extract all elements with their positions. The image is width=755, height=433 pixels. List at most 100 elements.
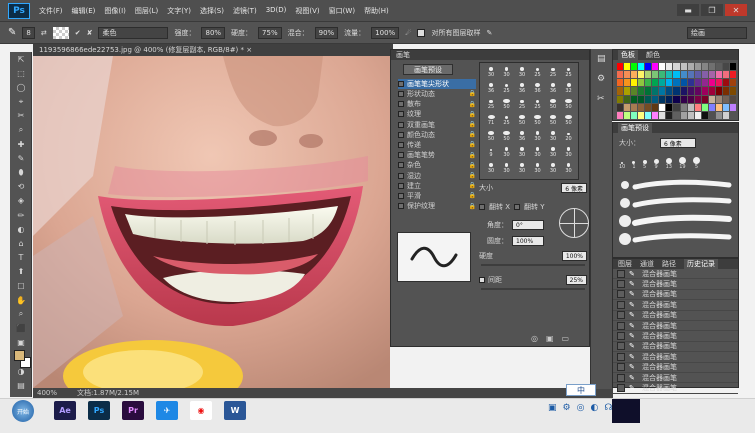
color-swatch[interactable] (631, 63, 638, 71)
menu-item[interactable]: 文字(Y) (167, 6, 191, 16)
blend-field[interactable]: 100% (371, 26, 400, 39)
color-swatch[interactable] (715, 103, 722, 111)
brush-option-checkbox[interactable] (398, 141, 404, 148)
color-swatch[interactable] (652, 95, 659, 103)
brush-tip[interactable]: 50 (500, 131, 514, 142)
opacity-field[interactable]: 80% (201, 26, 226, 39)
ime-indicator[interactable]: 中 (566, 384, 596, 396)
brush-panel-tab[interactable]: 画笔 (391, 50, 589, 60)
lock-icon[interactable]: 🔒 (469, 101, 476, 108)
color-swatch[interactable] (687, 79, 694, 87)
color-swatch[interactable] (624, 63, 631, 71)
color-swatch[interactable] (624, 71, 631, 79)
brush-tip[interactable]: 30 (484, 67, 498, 78)
brush-option-checkbox[interactable] (398, 111, 404, 118)
tool-icon[interactable]: ⟲ (10, 180, 32, 194)
color-swatch[interactable] (645, 87, 652, 95)
tool-icon[interactable]: ◐ (10, 222, 32, 236)
history-item[interactable]: ✎ 混合器画笔 (613, 342, 738, 353)
brush-tip[interactable]: 30 (515, 163, 529, 174)
size-field[interactable]: 6 像素 (561, 183, 587, 193)
tool-icon[interactable]: ⌂ (10, 236, 32, 250)
color-swatch[interactable] (708, 79, 715, 87)
taskbar-app[interactable]: ◉ (190, 401, 212, 420)
brush-size-picker[interactable]: 8 (22, 26, 35, 39)
brush-option-checkbox[interactable] (398, 101, 404, 108)
history-panel-tab[interactable]: 历史记录 (684, 259, 718, 269)
menu-item[interactable]: 选择(S) (200, 6, 224, 16)
color-swatch[interactable] (652, 63, 659, 71)
color-swatch[interactable] (708, 87, 715, 95)
clean-brush-icon[interactable]: ✘ (87, 29, 93, 37)
color-swatch[interactable] (701, 111, 708, 119)
panel-icon-3[interactable]: ✂ (597, 94, 612, 104)
color-swatch[interactable] (645, 79, 652, 87)
taskbar-app[interactable]: ✈ (156, 401, 178, 420)
color-swatch[interactable] (652, 87, 659, 95)
spacing-checkbox[interactable] (479, 277, 485, 283)
color-swatch[interactable] (624, 111, 631, 119)
brush-tip[interactable]: 50 (531, 115, 545, 126)
color-swatch[interactable] (673, 103, 680, 111)
color-swatch[interactable] (638, 87, 645, 95)
flow-field[interactable]: 75% (258, 26, 282, 39)
lock-icon[interactable]: 🔒 (469, 111, 476, 118)
brush-tip[interactable]: 36 (484, 83, 498, 94)
tool-icon[interactable]: ◯ (10, 80, 32, 94)
tool-icon[interactable]: ✏ (10, 208, 32, 222)
spacing-slider[interactable] (481, 288, 585, 290)
color-swatch[interactable] (638, 103, 645, 111)
color-swatch[interactable] (701, 87, 708, 95)
color-swatch[interactable] (617, 63, 624, 71)
color-swatch[interactable] (701, 63, 708, 71)
brush-tip[interactable]: 36 (546, 83, 560, 94)
load-brush-icon[interactable]: ✔ (75, 29, 81, 37)
preset-tip[interactable]: 5 (692, 157, 700, 170)
hardness-slider[interactable] (481, 264, 585, 266)
lock-icon[interactable]: 🔒 (469, 152, 476, 159)
history-checkbox[interactable] (617, 321, 625, 330)
tool-icon[interactable]: ✂ (10, 109, 32, 123)
tray-icon[interactable]: ◐ (590, 403, 598, 413)
color-swatch[interactable] (659, 95, 666, 103)
brush-option-checkbox[interactable] (398, 172, 404, 179)
brush-option[interactable]: 散布 🔒 (398, 99, 476, 109)
tab-color[interactable]: 颜色 (646, 50, 660, 60)
history-item[interactable]: ✎ 混合器画笔 (613, 321, 738, 332)
color-swatch[interactable] (708, 63, 715, 71)
color-swatch[interactable] (687, 87, 694, 95)
color-swatch[interactable] (659, 103, 666, 111)
toggle-preview-icon[interactable]: ◎ (531, 334, 538, 343)
color-swatch[interactable] (652, 103, 659, 111)
brush-tip[interactable]: 30 (562, 163, 576, 174)
brush-tip[interactable]: 50 (515, 115, 529, 126)
brush-tip[interactable]: 30 (546, 131, 560, 142)
panel-icon-2[interactable]: ⚙ (597, 74, 612, 84)
color-swatch[interactable] (694, 111, 701, 119)
color-swatch[interactable] (694, 87, 701, 95)
color-swatch[interactable] (638, 71, 645, 79)
color-swatch[interactable] (680, 71, 687, 79)
brush-option[interactable]: 保护纹理 🔒 (398, 201, 476, 211)
color-swatch[interactable] (645, 71, 652, 79)
roundness-field[interactable]: 100% (512, 236, 544, 246)
history-checkbox[interactable] (617, 269, 625, 278)
brush-stroke-presets[interactable] (617, 177, 735, 247)
zoom-level[interactable]: 400% (37, 389, 57, 397)
color-swatch[interactable] (708, 103, 715, 111)
brush-tip[interactable]: 30 (515, 67, 529, 78)
color-swatch[interactable] (694, 95, 701, 103)
color-swatch[interactable] (680, 87, 687, 95)
color-swatch[interactable] (666, 103, 673, 111)
color-swatch[interactable] (715, 111, 722, 119)
taskbar-app[interactable]: Ps (88, 401, 110, 420)
history-checkbox[interactable] (617, 311, 625, 320)
brush-presets-button[interactable]: 画笔预设 (403, 64, 453, 75)
flip-x-checkbox[interactable] (479, 204, 485, 210)
color-swatch[interactable] (701, 79, 708, 87)
color-swatch[interactable] (631, 103, 638, 111)
lock-icon[interactable]: 🔒 (469, 192, 476, 199)
history-checkbox[interactable] (617, 352, 625, 361)
history-checkbox[interactable] (617, 300, 625, 309)
color-swatch[interactable] (680, 79, 687, 87)
